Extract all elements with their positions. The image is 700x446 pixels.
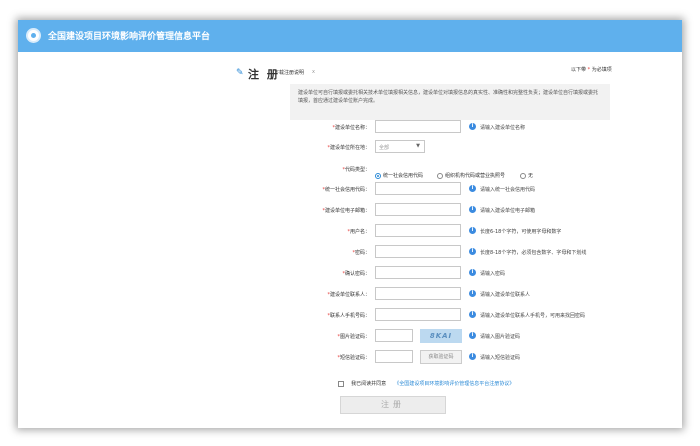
captcha-label: *图片验证码： <box>337 334 370 340</box>
phone-row: *联系人手机号码： i 请输入建设单位联系人手机号，可用来找回密码 <box>18 308 682 322</box>
username-label: *用户名： <box>347 229 370 235</box>
site-header: 全国建设项目环境影响评价管理信息平台 <box>18 20 682 52</box>
site-title: 全国建设项目环境影响评价管理信息平台 <box>48 32 211 42</box>
agree-text: 我已阅读并同意 <box>351 381 387 387</box>
confirm-password-hint: 请输入密码 <box>480 271 506 277</box>
code-type-row: *代码类型： 统一社会信用代码 组织机构代码或营业执照号 无 <box>18 162 682 179</box>
required-note: 以下带 * 为必填项 <box>571 66 612 73</box>
company-name-hint: 请输入建设单位名称 <box>480 125 526 131</box>
captcha-row: *图片验证码： 8KAI i 请输入图片验证码 <box>18 329 682 343</box>
password-hint: 长度8-18个字符，必须包含数字、字母和下划线 <box>480 250 587 256</box>
register-button[interactable]: 注册 <box>340 396 446 414</box>
password-label: *密码： <box>352 250 370 256</box>
contact-row: *建设单位联系人： i 请输入建设单位联系人 <box>18 287 682 301</box>
company-name-label: *建设单位名称： <box>332 125 370 131</box>
location-select[interactable]: 全部 ▼ <box>375 140 425 153</box>
credit-code-label: *统一社会信用代码： <box>322 187 370 193</box>
info-icon: i <box>469 353 476 360</box>
code-type-label: *代码类型： <box>342 167 370 173</box>
phone-hint: 请输入建设单位联系人手机号，可用来找回密码 <box>480 313 586 319</box>
agreement-link[interactable]: 《全国建设项目环境影响评价管理信息平台注册协议》 <box>394 381 514 387</box>
agree-checkbox[interactable] <box>338 380 344 387</box>
info-icon: i <box>469 227 476 234</box>
info-icon: i <box>469 311 476 318</box>
contact-input[interactable] <box>375 287 461 300</box>
password-row: *密码： i 长度8-18个字符，必须包含数字、字母和下划线 <box>18 245 682 259</box>
sms-label: *短信验证码： <box>337 355 370 361</box>
sms-input[interactable] <box>375 350 413 363</box>
info-icon: i <box>469 185 476 192</box>
chevron-down-icon: ▼ <box>416 143 420 149</box>
confirm-password-row: *确认密码： i 请输入密码 <box>18 266 682 280</box>
email-hint: 请输入建设单位电子邮箱 <box>480 208 536 214</box>
company-name-row: *建设单位名称： i 请输入建设单位名称 <box>18 120 682 134</box>
username-row: *用户名： i 长度6-18个字符，可使用字母和数字 <box>18 224 682 238</box>
logo-icon <box>26 28 41 43</box>
password-input[interactable] <box>375 245 461 258</box>
get-sms-code-button[interactable]: 获取验证码 <box>420 350 462 364</box>
download-guide-link[interactable]: 下载注册说明 <box>274 69 304 76</box>
sms-row: *短信验证码： 获取验证码 i 请输入短信验证码 <box>18 350 682 364</box>
company-name-input[interactable] <box>375 120 461 133</box>
browser-window: 全国建设项目环境影响评价管理信息平台 ✎ 注 册 下载注册说明 x 以下带 * … <box>18 20 682 428</box>
captcha-image[interactable]: 8KAI <box>420 329 462 343</box>
info-icon: i <box>469 269 476 276</box>
contact-hint: 请输入建设单位联系人 <box>480 292 531 298</box>
confirm-password-input[interactable] <box>375 266 461 279</box>
email-row: *建设单位电子邮箱： i 请输入建设单位电子邮箱 <box>18 203 682 217</box>
location-label: *建设单位所在地： <box>327 145 370 151</box>
captcha-hint: 请输入图片验证码 <box>480 334 521 340</box>
info-icon: i <box>469 248 476 255</box>
radio-icon[interactable] <box>520 172 526 179</box>
credit-code-hint: 请输入统一社会信用代码 <box>480 187 536 193</box>
contact-label: *建设单位联系人： <box>327 292 370 298</box>
agree-row: 我已阅读并同意 《全国建设项目环境影响评价管理信息平台注册协议》 <box>338 373 514 392</box>
captcha-input[interactable] <box>375 329 413 342</box>
radio-label: 组织机构代码或营业执照号 <box>445 173 506 179</box>
required-note-suffix: 为必填项 <box>591 67 612 73</box>
required-note-prefix: 以下带 <box>571 67 587 73</box>
sms-hint: 请输入短信验证码 <box>480 355 521 361</box>
required-star: * <box>587 67 591 73</box>
info-icon: i <box>469 332 476 339</box>
email-label: *建设单位电子邮箱： <box>322 208 370 214</box>
credit-code-row: *统一社会信用代码： i 请输入统一社会信用代码 <box>18 182 682 196</box>
radio-icon[interactable] <box>375 172 381 179</box>
credit-code-input[interactable] <box>375 182 461 195</box>
phone-input[interactable] <box>375 308 461 321</box>
email-input[interactable] <box>375 203 461 216</box>
info-icon: i <box>469 206 476 213</box>
location-value: 全部 <box>379 145 390 151</box>
info-icon: i <box>469 290 476 297</box>
confirm-password-label: *确认密码： <box>342 271 370 277</box>
location-row: *建设单位所在地： 全部 ▼ <box>18 140 682 154</box>
radio-label: 统一社会信用代码 <box>383 173 424 179</box>
guide-file-icon[interactable]: x <box>312 69 315 75</box>
username-hint: 长度6-18个字符，可使用字母和数字 <box>480 229 562 235</box>
username-input[interactable] <box>375 224 461 237</box>
radio-label: 无 <box>528 173 534 179</box>
notice-box: 建设单位可自行填报或委托相关技术单位填报相关信息，建设单位对填报信息的真实性、准… <box>290 84 610 120</box>
info-icon: i <box>469 123 476 130</box>
radio-icon[interactable] <box>437 172 443 179</box>
edit-icon: ✎ <box>236 68 244 78</box>
phone-label: *联系人手机号码： <box>327 313 370 319</box>
